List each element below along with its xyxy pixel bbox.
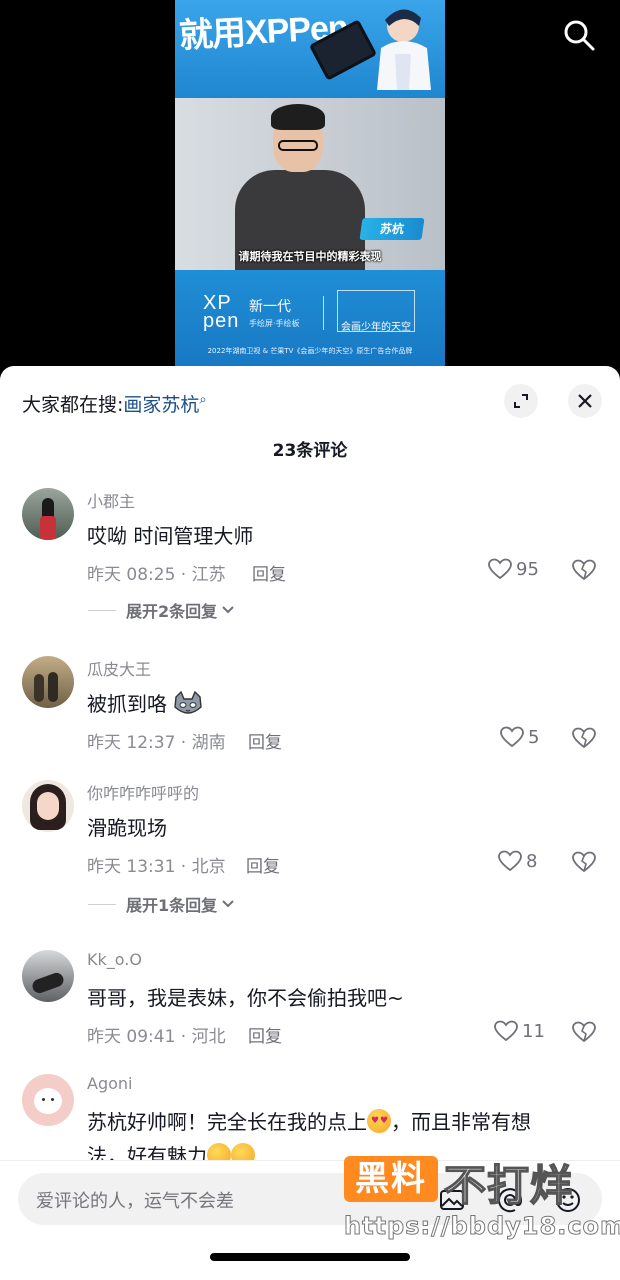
expand-icon (514, 394, 528, 408)
hot-search-bar[interactable]: 大家都在搜:画家苏杭⌕ (22, 390, 207, 417)
ad-bar: XP pen 新一代 手绘屏·手绘板 会画少年的天空 2022年湖南卫视 & 芒… (175, 270, 445, 372)
show-title: 会画少年的天空 (341, 322, 411, 333)
person-glasses (278, 140, 318, 151)
anime-character-illustration (377, 9, 431, 90)
logo-subtitle: 手绘屏·手绘板 (249, 319, 300, 328)
like-count: 11 (522, 1020, 545, 1042)
comment-username[interactable]: 你咋咋咋呼呼的 (87, 780, 199, 804)
avatar[interactable] (22, 1074, 74, 1126)
expand-replies-button[interactable]: 展开2条回复 (88, 598, 235, 622)
comment-meta: 昨天 09:41 · 河北 (87, 1027, 226, 1047)
comment-text: 被抓到咯 (87, 688, 203, 717)
chevron-down-icon (222, 606, 234, 614)
cat-emoji-icon (174, 690, 203, 714)
comment-username[interactable]: 瓜皮大王 (87, 656, 151, 680)
expand-replies-button[interactable]: 展开1条回复 (88, 892, 235, 916)
video-banner: 就用XPPen (175, 0, 445, 98)
hot-search-keyword[interactable]: 画家苏杭 (123, 394, 199, 416)
ad-footer: 2022年湖南卫视 & 芒果TV《会画少年的天空》原生广告合作品牌 (207, 347, 413, 355)
avatar[interactable] (22, 780, 74, 832)
comment-username[interactable]: 小郡主 (87, 488, 135, 512)
like-count: 5 (528, 726, 540, 748)
like-button[interactable]: 8 (498, 850, 537, 872)
heart-icon (500, 726, 524, 748)
heart-icon (494, 1020, 518, 1042)
video-player[interactable]: 就用XPPen 苏杭 请期待我在节目中的精彩表现 XP pen 新一代 手绘屏·… (175, 0, 445, 372)
expand-replies-label: 展开2条回复 (126, 602, 218, 621)
hot-search-icon: ⌕ (199, 392, 207, 408)
comment-count: 23条评论 (272, 441, 348, 461)
comment-text-content: 被抓到咯 (87, 692, 167, 716)
like-button[interactable]: 5 (500, 726, 539, 748)
comment-username[interactable]: Agoni (87, 1074, 132, 1093)
expand-replies-label: 展开1条回复 (126, 896, 218, 915)
like-button[interactable]: 11 (494, 1020, 545, 1042)
comment-input-area: 爱评论的人，运气不会差 (0, 1160, 620, 1280)
video-frame: 苏杭 请期待我在节目中的精彩表现 (175, 98, 445, 270)
like-button[interactable]: 95 (488, 558, 539, 580)
search-icon[interactable] (562, 18, 596, 52)
comment-text-part: 苏杭好帅啊！完全长在我的点上 (87, 1110, 367, 1134)
reply-button[interactable]: 回复 (246, 852, 280, 877)
comment-text-part: ，而且非常有想 (391, 1110, 531, 1134)
comment-text: 滑跪现场 (87, 816, 167, 840)
broken-heart-icon[interactable] (572, 559, 596, 581)
comment-input-placeholder: 爱评论的人，运气不会差 (36, 1191, 234, 1212)
image-icon[interactable] (438, 1186, 466, 1214)
broken-heart-icon[interactable] (572, 851, 596, 873)
xppen-logo: XP pen (203, 292, 240, 332)
name-tag: 苏杭 (359, 218, 425, 240)
comment-text: 哎呦 时间管理大师 (87, 524, 254, 548)
heart-icon (488, 558, 512, 580)
comment-input[interactable]: 爱评论的人，运气不会差 (18, 1173, 602, 1225)
comment-sheet: 大家都在搜:画家苏杭⌕ 23条评论 小郡主 哎呦 时间管理大师 昨天 08:25… (0, 366, 620, 1280)
person-hair (271, 104, 325, 130)
broken-heart-icon[interactable] (572, 1021, 596, 1043)
like-count: 8 (526, 850, 538, 872)
comment-meta: 昨天 13:31 · 北京 (87, 857, 226, 877)
hot-search-prefix: 大家都在搜: (22, 394, 124, 416)
reply-button[interactable]: 回复 (248, 1022, 282, 1047)
comment-text: 哥哥，我是表妹，你不会偷拍我吧~ (87, 986, 404, 1010)
expand-line (88, 903, 116, 905)
chevron-down-icon (222, 900, 234, 908)
heart-eyes-emoji-icon: ♥ ♥ (367, 1109, 391, 1133)
comment-meta: 昨天 08:25 · 江苏 (87, 565, 226, 585)
avatar[interactable] (22, 950, 74, 1002)
reply-button[interactable]: 回复 (248, 728, 282, 753)
logo-divider (323, 296, 324, 330)
heart-icon (498, 850, 522, 872)
comment-text: 苏杭好帅啊！完全长在我的点上 ♥ ♥ ，而且非常有想 (87, 1106, 531, 1135)
emoji-icon[interactable] (554, 1186, 582, 1214)
video-subtitle: 请期待我在节目中的精彩表现 (238, 250, 382, 263)
comment-username[interactable]: Kk_o.O (87, 950, 142, 969)
like-count: 95 (516, 558, 539, 580)
expand-line (88, 609, 116, 611)
expand-sheet-button[interactable] (504, 384, 538, 418)
broken-heart-icon[interactable] (572, 727, 596, 749)
comment-meta: 昨天 12:37 · 湖南 (87, 733, 226, 753)
close-button[interactable] (568, 384, 602, 418)
logo-new-generation: 新一代 (249, 299, 291, 315)
close-icon (578, 394, 592, 408)
home-indicator (210, 1253, 410, 1261)
avatar[interactable] (22, 656, 74, 708)
reply-button[interactable]: 回复 (252, 560, 286, 585)
avatar[interactable] (22, 488, 74, 540)
at-mention-icon[interactable] (496, 1186, 524, 1214)
